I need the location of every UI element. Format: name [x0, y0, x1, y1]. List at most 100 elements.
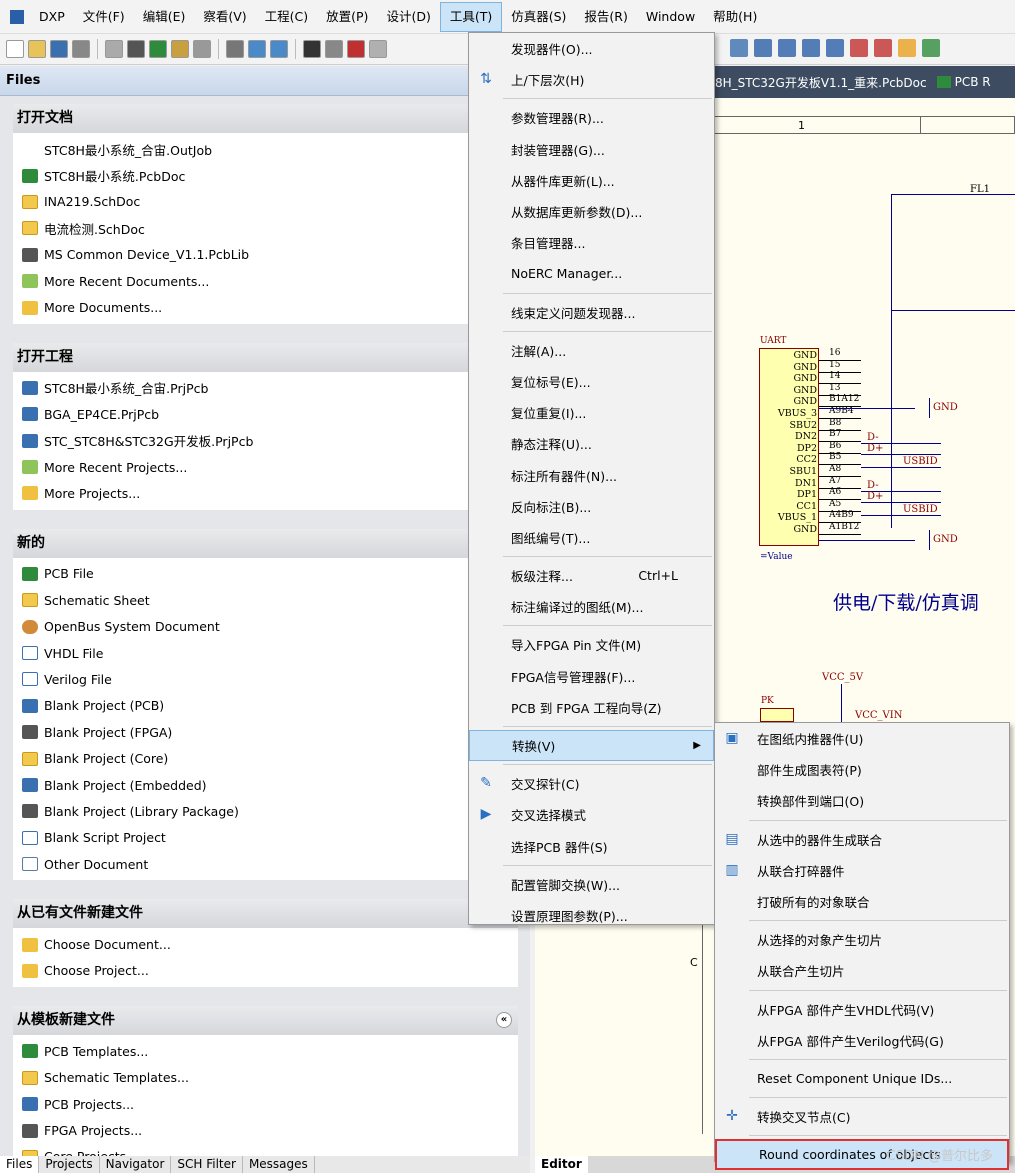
panel-tab-navigator[interactable]: Navigator — [100, 1156, 172, 1173]
menu-item[interactable]: 板级注释... Ctrl+L — [469, 560, 714, 591]
menu-item[interactable]: 发现器件(O)... — [469, 33, 714, 64]
file-list-item[interactable]: Choose Document... — [13, 931, 518, 957]
menu-s[interactable]: 仿真器(S) — [502, 2, 575, 32]
toolbar-button-icon[interactable] — [325, 40, 343, 58]
menu-item[interactable]: Reset Component Unique IDs... — [715, 1063, 1009, 1094]
menu-item[interactable]: ▤ 从选中的器件生成联合 — [715, 824, 1009, 855]
toolbar-button-icon[interactable] — [149, 40, 167, 58]
menu-t[interactable]: 工具(T) — [439, 1, 503, 32]
toolbar-button-icon[interactable] — [369, 40, 387, 58]
doc-tab-pcb[interactable]: PCB R — [955, 75, 991, 89]
file-list-item[interactable]: Verilog File — [13, 666, 518, 692]
menu-item[interactable]: 线束定义问题发现器... — [469, 297, 714, 328]
menu-item[interactable]: 导入FPGA Pin 文件(M) — [469, 629, 714, 660]
file-list-item[interactable]: Other Document — [13, 851, 518, 877]
menu-item[interactable]: 选择PCB 器件(S) — [469, 831, 714, 862]
schematic-tool-icon[interactable] — [898, 39, 916, 57]
file-list-item[interactable]: PCB File — [13, 561, 518, 587]
schematic-tool-icon[interactable] — [826, 39, 844, 57]
menu-item[interactable]: 注解(A)... — [469, 335, 714, 366]
menu-item[interactable]: 标注所有器件(N)... — [469, 459, 714, 490]
file-list-item[interactable]: More Recent Projects... — [13, 454, 518, 480]
menu-item[interactable]: 设置原理图参数(P)... — [469, 900, 714, 931]
menu-item[interactable]: 标注编译过的图纸(M)... — [469, 591, 714, 622]
menu-item[interactable]: 打破所有的对象联合 — [715, 886, 1009, 917]
schematic-tool-icon[interactable] — [778, 39, 796, 57]
toolbar-button-icon[interactable] — [127, 40, 145, 58]
menu-v[interactable]: 察看(V) — [194, 2, 255, 32]
menu-item[interactable]: ▥ 从联合打碎器件 — [715, 855, 1009, 886]
section-header[interactable]: 打开文档 — [13, 104, 518, 133]
menu-item[interactable]: NoERC Manager... — [469, 258, 714, 289]
file-list-item[interactable]: More Documents... — [13, 294, 518, 320]
toolbar-button-icon[interactable] — [347, 40, 365, 58]
file-list-item[interactable]: More Recent Documents... — [13, 268, 518, 294]
menu-item[interactable]: 参数管理器(R)... — [469, 102, 714, 133]
menu-item[interactable]: ✛ 转换交叉节点(C) — [715, 1101, 1009, 1132]
file-list-item[interactable]: INA219.SchDoc — [13, 189, 518, 215]
file-list-item[interactable]: Blank Script Project — [13, 825, 518, 851]
menu-r[interactable]: 报告(R) — [575, 2, 636, 32]
file-list-item[interactable]: PCB Projects... — [13, 1091, 518, 1117]
file-list-item[interactable]: OpenBus System Document — [13, 613, 518, 639]
menu-item[interactable]: 从FPGA 部件产生Verilog代码(G) — [715, 1025, 1009, 1056]
file-list-item[interactable]: MS Common Device_V1.1.PcbLib — [13, 242, 518, 268]
schematic-tool-icon[interactable] — [874, 39, 892, 57]
toolbar-button-icon[interactable] — [193, 40, 211, 58]
menu-d[interactable]: 设计(D) — [377, 2, 439, 32]
menu-item[interactable]: ▶ 交叉选择模式 — [469, 799, 714, 830]
menu-item[interactable]: 复位重复(I)... — [469, 397, 714, 428]
toolbar-button-icon[interactable] — [303, 40, 321, 58]
section-header[interactable]: 新的 — [13, 528, 518, 558]
menu-item[interactable]: 从器件库更新(L)... — [469, 165, 714, 196]
toolbar-button-icon[interactable] — [171, 40, 189, 58]
menu-f[interactable]: 文件(F) — [74, 2, 134, 32]
toolbar-button-icon[interactable] — [50, 40, 68, 58]
menu-e[interactable]: 编辑(E) — [134, 2, 195, 32]
file-list-item[interactable]: Blank Project (Embedded) — [13, 772, 518, 798]
file-list-item[interactable]: STC8H最小系统_合宙.OutJob — [13, 136, 518, 162]
file-list-item[interactable]: More Projects... — [13, 480, 518, 506]
menu-item[interactable]: 从数据库更新参数(D)... — [469, 196, 714, 227]
toolbar-button-icon[interactable] — [226, 40, 244, 58]
menu-item[interactable]: 图纸编号(T)... — [469, 522, 714, 553]
menu-item[interactable]: 配置管脚交换(W)... — [469, 869, 714, 900]
menu-item[interactable]: 从选择的对象产生切片 — [715, 924, 1009, 955]
file-list-item[interactable]: FPGA Projects... — [13, 1117, 518, 1143]
editor-tab[interactable]: Editor — [535, 1156, 588, 1173]
file-list-item[interactable]: BGA_EP4CE.PrjPcb — [13, 401, 518, 427]
menu-p[interactable]: 放置(P) — [317, 2, 377, 32]
panel-tab-files[interactable]: Files — [0, 1156, 40, 1173]
file-list-item[interactable]: Blank Project (Core) — [13, 745, 518, 771]
panel-tab-sch-filter[interactable]: SCH Filter — [171, 1156, 243, 1173]
menu-item[interactable]: Round coordinates of objects CSDN @普尔比多 — [715, 1139, 1009, 1171]
schematic-tool-icon[interactable] — [802, 39, 820, 57]
file-list-item[interactable]: Choose Project... — [13, 958, 518, 984]
panel-tab-messages[interactable]: Messages — [243, 1156, 315, 1173]
doc-tab-pcbdoc[interactable]: 8H_STC32G开发板V1.1_重来.PcbDoc — [705, 74, 937, 91]
file-list-item[interactable]: STC8H最小系统.PcbDoc — [13, 162, 518, 188]
menu-c[interactable]: 工程(C) — [256, 2, 317, 32]
file-list-item[interactable]: Blank Project (FPGA) — [13, 719, 518, 745]
menu-item[interactable]: 转换部件到端口(O) — [715, 785, 1009, 816]
schematic-tool-icon[interactable] — [922, 39, 940, 57]
file-list-item[interactable]: STC_STC8H&STC32G开发板.PrjPcb — [13, 428, 518, 454]
menu-item[interactable]: 封装管理器(G)... — [469, 134, 714, 165]
menu-item[interactable]: 部件生成图表符(P) — [715, 754, 1009, 785]
file-list-item[interactable]: Schematic Sheet — [13, 587, 518, 613]
section-header[interactable]: 从已有文件新建文件 — [13, 899, 518, 929]
menu-item[interactable]: 复位标号(E)... — [469, 366, 714, 397]
toolbar-button-icon[interactable] — [72, 40, 90, 58]
menu-item[interactable]: ⇅ 上/下层次(H) — [469, 64, 714, 95]
section-header[interactable]: 打开工程 — [13, 342, 518, 372]
file-list-item[interactable]: 电流检测.SchDoc — [13, 215, 518, 241]
panel-tab-projects[interactable]: Projects — [39, 1156, 100, 1173]
toolbar-button-icon[interactable] — [6, 40, 24, 58]
collapse-icon[interactable]: « — [496, 1012, 512, 1029]
toolbar-button-icon[interactable] — [248, 40, 266, 58]
file-list-item[interactable]: Blank Project (Library Package) — [13, 798, 518, 824]
toolbar-button-icon[interactable] — [28, 40, 46, 58]
schematic-tool-icon[interactable] — [730, 39, 748, 57]
menu-item[interactable]: FPGA信号管理器(F)... — [469, 661, 714, 692]
toolbar-button-icon[interactable] — [270, 40, 288, 58]
